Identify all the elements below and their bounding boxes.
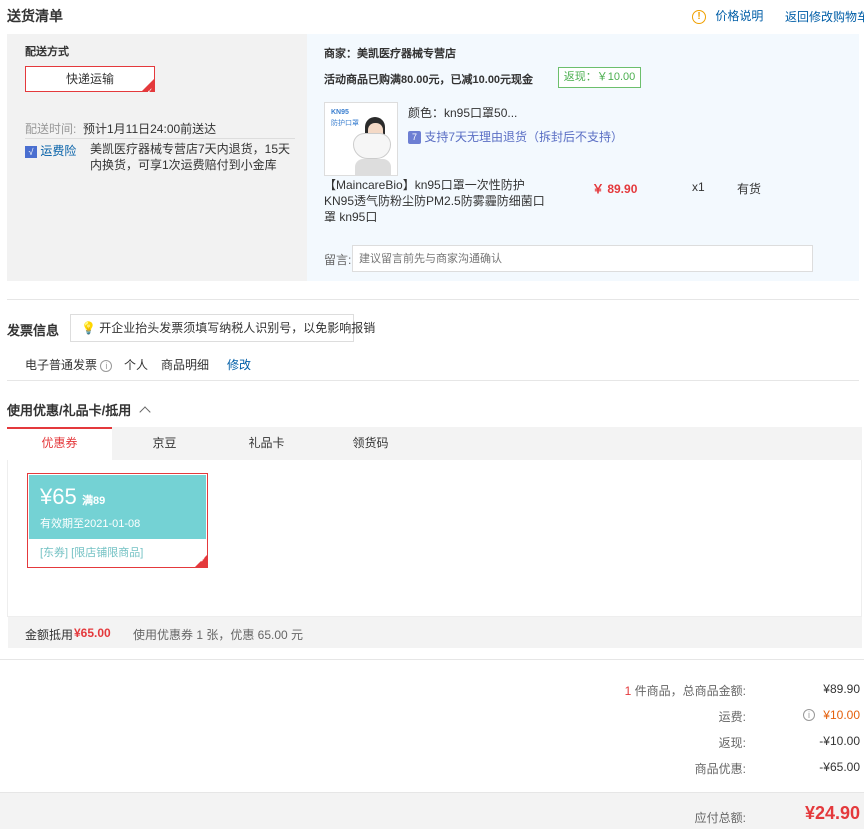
info-icon: ! xyxy=(692,9,706,24)
product-thumbnail[interactable]: KN95 防护口罩 xyxy=(324,102,398,176)
shipping-label: 运费: xyxy=(718,710,746,724)
model-body xyxy=(355,159,391,175)
freight-insurance-link[interactable]: √ 运费险 xyxy=(25,142,76,159)
goods-discount-label: 商品优惠: xyxy=(694,762,746,776)
invoice-type-label: 电子普通发票 xyxy=(25,358,98,372)
product-color: 颜色：kn95口罩50... xyxy=(408,106,518,120)
tab-redeem-code[interactable]: 领货码 xyxy=(318,427,423,460)
invoice-person: 个人 xyxy=(124,358,149,372)
tab-coupon[interactable]: 优惠券 xyxy=(7,427,112,460)
item-count: 1 xyxy=(624,684,632,698)
payable-label: 应付总额: xyxy=(694,811,746,825)
section-divider xyxy=(7,299,859,300)
discount-summary-desc: 使用优惠券 1 张，优惠 65.00 元 xyxy=(133,628,304,642)
mask-shape xyxy=(353,133,391,159)
delivery-time-value: 预计1月11日24:00前送达 xyxy=(83,122,217,136)
message-label: 留言: xyxy=(324,253,352,267)
return-policy: 7 支持7天无理由退货（拆封后不支持） xyxy=(408,128,623,145)
coupon-valid: 有效期至2021-01-08 xyxy=(40,518,141,530)
payable-value: ¥24.90 xyxy=(804,803,860,823)
lightbulb-icon: 💡 xyxy=(81,321,96,335)
back-to-cart-link[interactable]: 返回修改购物车 xyxy=(785,8,864,25)
product-qty: x1 xyxy=(692,180,705,194)
cashback-value: -¥10.00 xyxy=(819,734,860,748)
discount-summary-amount: ¥65.00 xyxy=(74,626,111,640)
selected-check-icon xyxy=(195,555,207,567)
invoice-type: 电子普通发票 i xyxy=(25,356,113,373)
price-note-link[interactable]: ! 价格说明 xyxy=(692,7,763,24)
express-delivery-label: 快递运输 xyxy=(65,72,114,86)
section-divider xyxy=(7,380,859,381)
express-delivery-option[interactable]: 快递运输 xyxy=(25,66,155,104)
invoice-detail: 商品明细 xyxy=(161,358,210,372)
product-price: ￥ 89.90 xyxy=(592,182,638,196)
coupon-card[interactable]: ¥65 满89 有效期至2021-01-08 [东券] [限店铺限商品] xyxy=(27,473,208,568)
merchant-name: 商家：美凯医疗器械专营店 xyxy=(324,48,456,60)
coupon-condition: 满89 xyxy=(82,495,106,507)
rebate-badge: 返现：￥10.00 xyxy=(558,67,641,88)
price-note-label[interactable]: 价格说明 xyxy=(715,9,763,23)
discount-toggle[interactable]: 使用优惠/礼品卡/抵用 xyxy=(7,400,151,419)
discount-title: 使用优惠/礼品卡/抵用 xyxy=(7,403,132,418)
discount-summary-label: 金额抵用 xyxy=(25,628,74,642)
thumb-line2: 防护口罩 xyxy=(331,120,359,127)
product-stock: 有货 xyxy=(737,182,762,196)
tab-gift-card[interactable]: 礼品卡 xyxy=(214,427,319,460)
freight-insurance-desc: 美凯医疗器械专营店7天内退货，15天内换货，可享1次运费赔付到小金库 xyxy=(90,142,291,172)
return-policy-label: 支持7天无理由退货（拆封后不支持） xyxy=(424,130,624,144)
invoice-tip: 💡 开企业抬头发票须填写纳税人识别号，以免影响报销 xyxy=(70,314,375,342)
coupon-amount: ¥65 xyxy=(40,484,77,509)
shipping-value: ¥10.00 xyxy=(823,708,860,722)
delivery-time-label: 配送时间: xyxy=(25,122,77,136)
goods-discount-value: -¥65.00 xyxy=(819,760,860,774)
invoice-title: 发票信息 xyxy=(7,323,60,338)
message-input[interactable] xyxy=(352,245,813,272)
invoice-tip-text: 开企业抬头发票须填写纳税人识别号，以免影响报销 xyxy=(99,321,376,335)
product-name[interactable]: 【MaincareBio】kn95口罩一次性防护KN95透气防粉尘防PM2.5防… xyxy=(324,177,549,225)
goods-total-label: 1 件商品，总商品金额: xyxy=(560,682,746,699)
section-divider xyxy=(0,659,864,660)
delivery-method-label: 配送方式 xyxy=(25,46,69,58)
cashback-label: 返现: xyxy=(718,736,746,750)
coupon-tags: [东券] [限店铺限商品] xyxy=(40,547,144,559)
thumb-line1: KN95 xyxy=(331,109,349,116)
divider xyxy=(25,138,295,139)
page-title: 送货清单 xyxy=(7,8,63,24)
coupon-value: ¥65 满89 xyxy=(40,484,105,510)
promo-text: 活动商品已购满80.00元，已减10.00元现金 xyxy=(324,74,534,86)
tab-jingdou[interactable]: 京豆 xyxy=(112,427,217,460)
selected-check-icon xyxy=(142,79,154,104)
goods-label: 件商品，总商品金额: xyxy=(634,684,746,698)
freight-insurance-label[interactable]: 运费险 xyxy=(40,144,76,158)
goods-total-value: ¥89.90 xyxy=(823,682,860,696)
info-icon[interactable]: i xyxy=(100,359,113,372)
chevron-up-icon xyxy=(138,406,151,418)
invoice-modify-link[interactable]: 修改 xyxy=(227,356,251,373)
return-icon: 7 xyxy=(408,131,421,145)
shield-icon: √ xyxy=(25,145,37,158)
